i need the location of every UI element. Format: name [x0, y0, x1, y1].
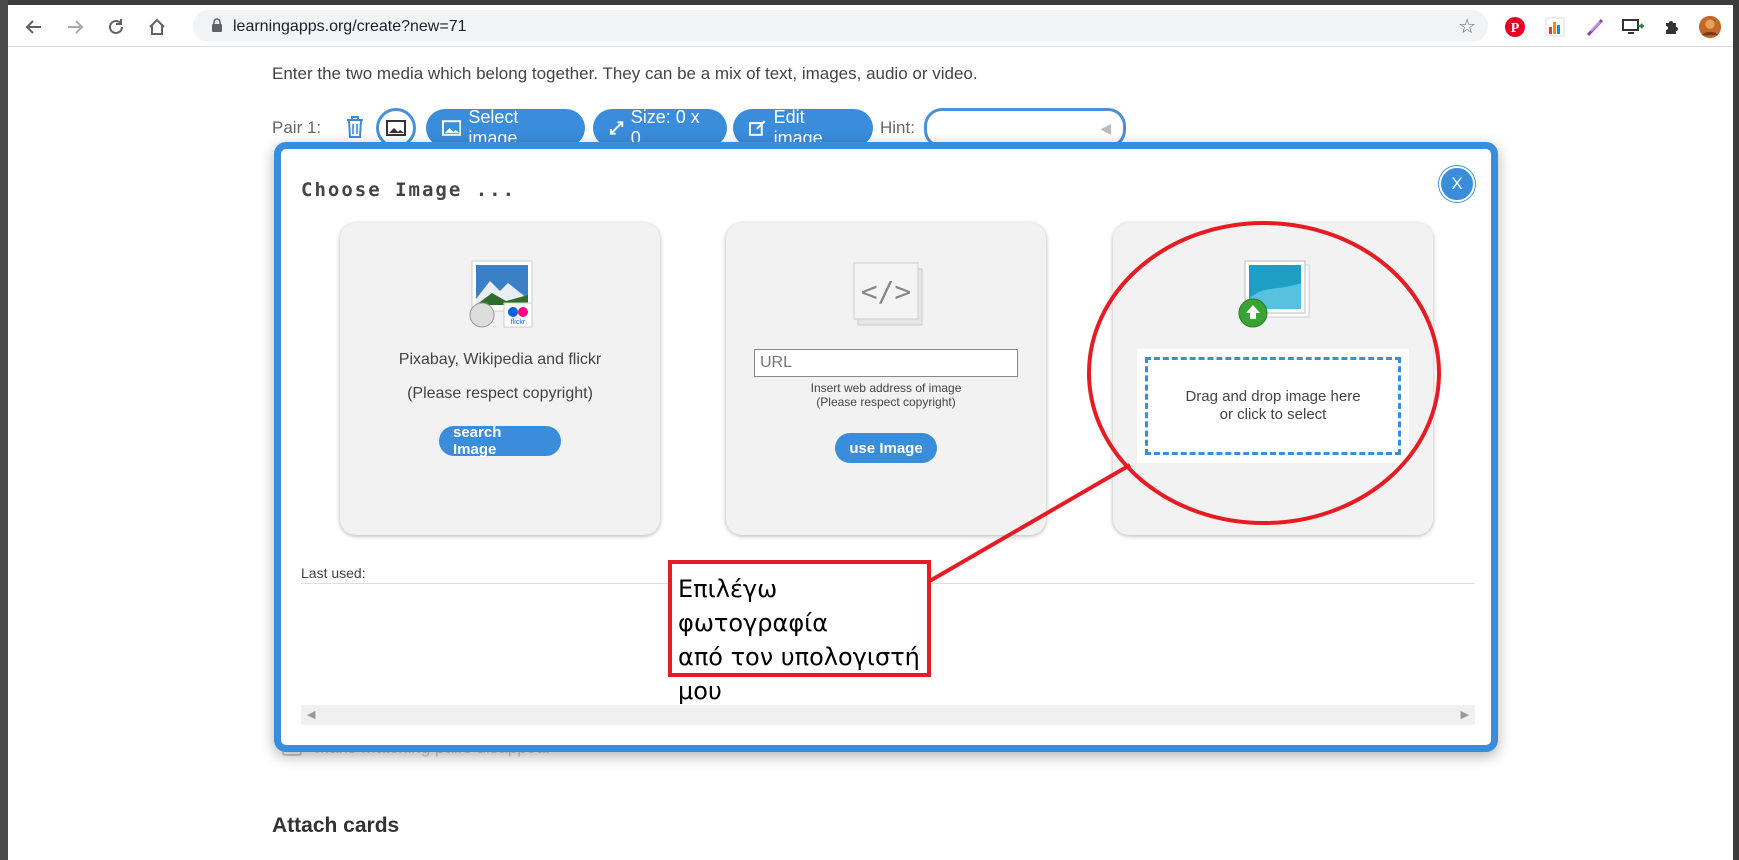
- annotation-line-1: Επιλέγω φωτογραφία: [678, 575, 829, 637]
- drop-line-2: or click to select: [1219, 406, 1327, 423]
- svg-text:flickr: flickr: [511, 319, 526, 326]
- edit-icon: [749, 120, 766, 136]
- reload-icon[interactable]: [102, 13, 130, 41]
- drop-zone[interactable]: Drag and drop image here or click to sel…: [1145, 357, 1401, 455]
- url-help-text: Insert web address of image: [810, 381, 962, 395]
- svg-text:P: P: [1511, 21, 1520, 36]
- hint-label: Hint:: [880, 118, 915, 137]
- address-bar[interactable]: learningapps.org/create?new=71 ☆: [193, 10, 1488, 42]
- puzzle-extensions-icon[interactable]: [1660, 15, 1684, 39]
- drop-line-1: Drag and drop image here: [1185, 388, 1361, 405]
- image-library-icon: flickr: [469, 260, 533, 328]
- profile-avatar[interactable]: [1698, 15, 1722, 39]
- sources-text: Pixabay, Wikipedia and flickr: [398, 351, 602, 368]
- annotation-line-2: από τον υπολογιστή: [678, 643, 920, 671]
- resize-icon: [609, 121, 623, 135]
- pinterest-icon[interactable]: P: [1503, 15, 1527, 39]
- image-icon: [386, 120, 406, 136]
- search-image-button[interactable]: search Image: [439, 424, 561, 458]
- speaker-icon[interactable]: ◀: [1100, 120, 1111, 137]
- close-button[interactable]: X: [1439, 166, 1475, 202]
- search-image-card: flickr Pixabay, Wikipedia and flickr (Pl…: [340, 223, 660, 535]
- code-icon: </>: [853, 262, 923, 326]
- scroll-left-icon[interactable]: ◀: [307, 708, 315, 721]
- chart-extension-icon[interactable]: [1543, 15, 1567, 39]
- scroll-right-icon[interactable]: ▶: [1461, 708, 1469, 721]
- window-frame-right: [1733, 0, 1739, 860]
- trash-icon[interactable]: [344, 114, 366, 140]
- image-icon: [442, 120, 462, 136]
- forward-arrow-icon[interactable]: [61, 13, 89, 41]
- url-image-card: </> Insert web address of image (Please …: [726, 223, 1046, 535]
- annotation-text: Επιλέγω φωτογραφία από τον υπολογιστή μο…: [678, 572, 927, 708]
- instructions-text: Enter the two media which belong togethe…: [272, 64, 978, 83]
- window-frame-left: [0, 0, 8, 860]
- last-used-label: Last used:: [301, 565, 366, 581]
- url-copyright-note: (Please respect copyright): [816, 395, 956, 409]
- image-url-input[interactable]: [754, 349, 1018, 377]
- upload-image-card: Drag and drop image here or click to sel…: [1113, 223, 1433, 535]
- use-image-button[interactable]: use Image: [835, 433, 937, 463]
- dialog-title: Choose Image ...: [301, 179, 517, 201]
- pair-label: Pair 1:: [272, 118, 322, 137]
- back-arrow-icon[interactable]: [20, 13, 48, 41]
- annotation-callout: Επιλέγω φωτογραφία από τον υπολογιστή μο…: [668, 560, 931, 705]
- copyright-note: (Please respect copyright): [407, 385, 593, 402]
- home-icon[interactable]: [143, 13, 171, 41]
- horizontal-scrollbar[interactable]: ◀ ▶: [301, 705, 1475, 725]
- cast-extension-icon[interactable]: [1621, 15, 1645, 39]
- svg-text:</>: </>: [861, 275, 912, 308]
- feather-extension-icon[interactable]: [1583, 15, 1607, 39]
- upload-icon: [1238, 260, 1310, 328]
- annotation-line-3: μου: [678, 677, 722, 705]
- lock-icon: [212, 18, 222, 32]
- attach-cards-heading: Attach cards: [272, 814, 400, 837]
- browser-toolbar: learningapps.org/create?new=71 ☆ P: [8, 5, 1733, 47]
- bookmark-star-icon[interactable]: ☆: [1458, 14, 1476, 39]
- url-text: learningapps.org/create?new=71: [233, 18, 467, 35]
